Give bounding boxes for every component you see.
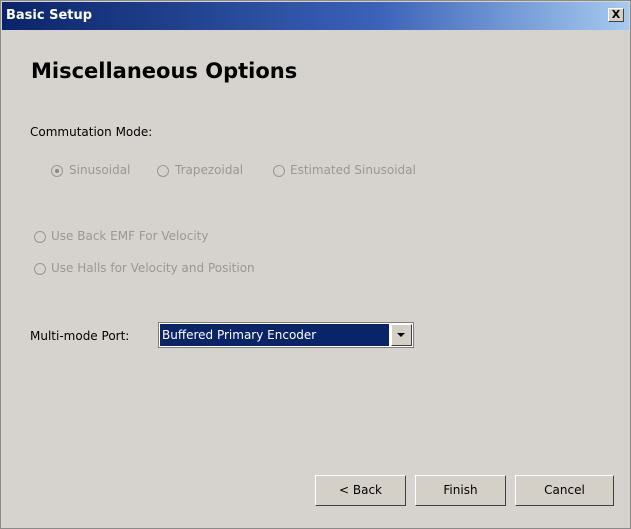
page-title: Miscellaneous Options bbox=[31, 59, 298, 83]
radio-estimated-sinusoidal-label: Estimated Sinusoidal bbox=[290, 163, 416, 177]
close-button[interactable]: X bbox=[608, 8, 624, 22]
back-button[interactable]: < Back bbox=[315, 475, 406, 506]
radio-trapezoidal[interactable] bbox=[157, 165, 169, 177]
commutation-mode-label: Commutation Mode: bbox=[30, 125, 153, 139]
radio-halls-velocity-position-label: Use Halls for Velocity and Position bbox=[51, 261, 255, 275]
window-title: Basic Setup bbox=[6, 8, 93, 23]
radio-sinusoidal-label: Sinusoidal bbox=[69, 163, 131, 177]
cancel-button[interactable]: Cancel bbox=[515, 475, 614, 506]
chevron-down-icon[interactable] bbox=[391, 324, 412, 346]
finish-button[interactable]: Finish bbox=[415, 475, 506, 506]
multimode-port-select[interactable]: Buffered Primary Encoder bbox=[158, 322, 414, 348]
close-icon: X bbox=[611, 8, 621, 21]
radio-back-emf-velocity-label: Use Back EMF For Velocity bbox=[51, 229, 209, 243]
radio-halls-velocity-position[interactable] bbox=[34, 263, 46, 275]
basic-setup-dialog: Basic Setup X Miscellaneous Options Comm… bbox=[0, 0, 631, 529]
radio-sinusoidal[interactable] bbox=[51, 165, 63, 177]
multimode-port-value: Buffered Primary Encoder bbox=[160, 324, 389, 346]
title-bar[interactable]: Basic Setup X bbox=[2, 2, 629, 30]
radio-estimated-sinusoidal[interactable] bbox=[273, 165, 285, 177]
multimode-port-label: Multi-mode Port: bbox=[30, 329, 130, 343]
radio-trapezoidal-label: Trapezoidal bbox=[175, 163, 244, 177]
radio-back-emf-velocity[interactable] bbox=[34, 231, 46, 243]
